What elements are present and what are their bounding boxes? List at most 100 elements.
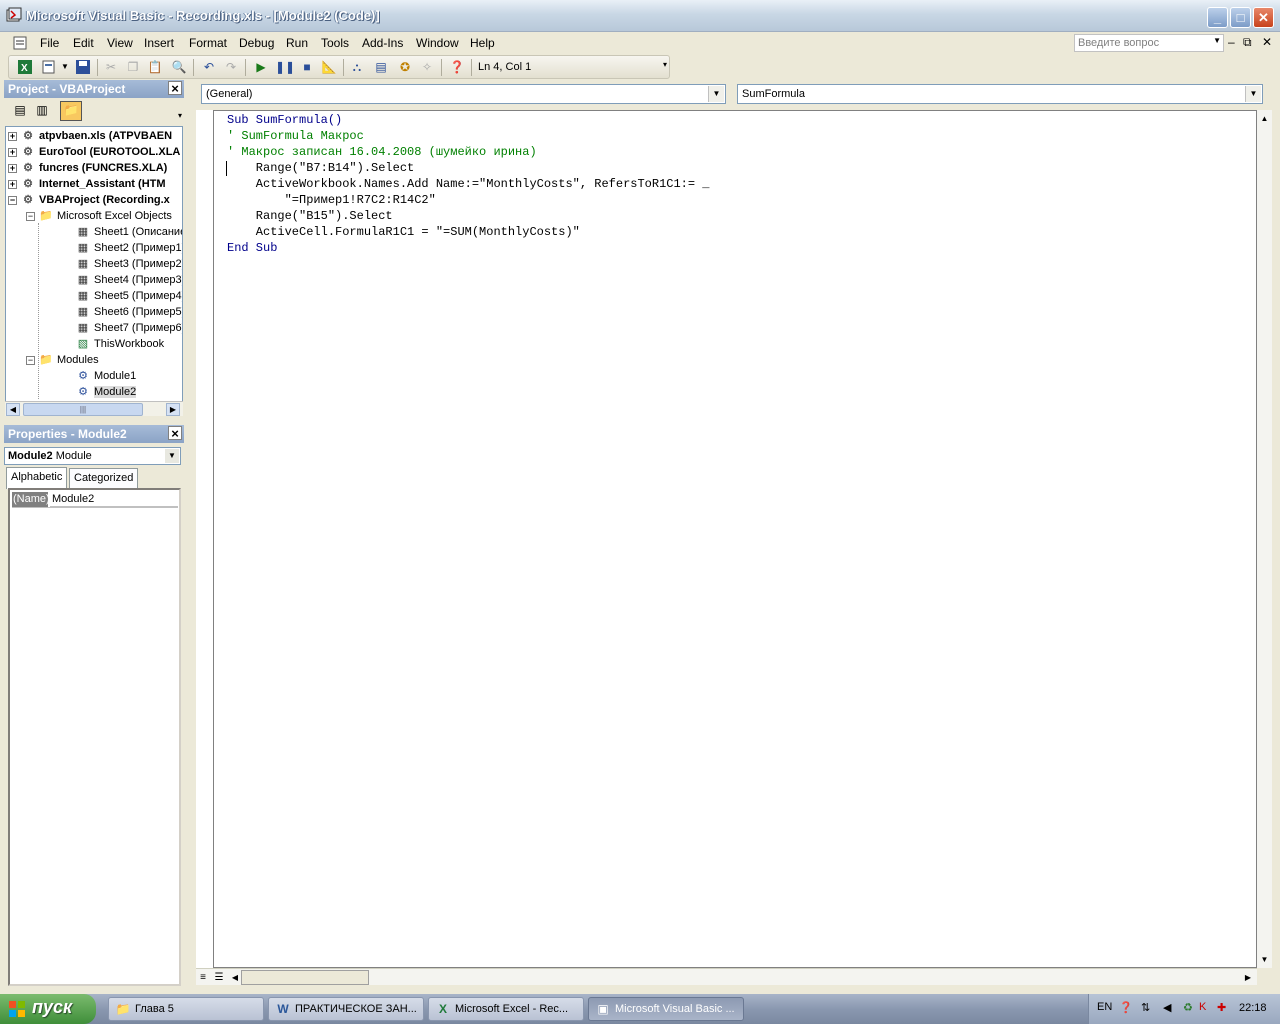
help-tray-icon[interactable]: ❓ <box>1119 1001 1133 1014</box>
tree-item[interactable]: ▦ Sheet4 (Пример3) <box>76 272 182 288</box>
procedure-view-icon[interactable]: ≡ <box>196 971 210 984</box>
code-line[interactable]: ' SumFormula Макрос <box>227 128 364 144</box>
dropdown-arrow-icon[interactable]: ▼ <box>1213 36 1221 45</box>
tree-item[interactable]: + ⚙ funcres (FUNCRES.XLA) <box>8 160 167 176</box>
antivirus-icon[interactable]: K <box>1199 1001 1206 1013</box>
save-icon[interactable] <box>75 59 91 75</box>
menu-debug[interactable]: Debug <box>239 36 274 50</box>
view-code-icon[interactable]: ▤ <box>12 102 28 118</box>
mdi-close-button[interactable]: ✕ <box>1262 35 1272 49</box>
reset-icon[interactable]: ■ <box>299 59 315 75</box>
toggle-folders-icon[interactable]: 📁 <box>60 101 82 121</box>
collapse-icon[interactable]: − <box>26 355 35 365</box>
dropdown-arrow-icon[interactable]: ▼ <box>1245 86 1261 102</box>
security-icon[interactable]: ✚ <box>1217 1001 1226 1014</box>
cut-icon[interactable]: ✂ <box>103 59 119 75</box>
code-line[interactable]: ActiveCell.FormulaR1C1 = "=SUM(MonthlyCo… <box>227 224 580 240</box>
scroll-thumb[interactable]: ||| <box>23 403 143 416</box>
ask-question-box[interactable]: Введите вопрос ▼ <box>1074 34 1224 52</box>
tree-item[interactable]: + ⚙ atpvbaen.xls (ATPVBAEN <box>8 128 172 144</box>
menu-file[interactable]: File <box>40 36 59 50</box>
code-line[interactable]: End Sub <box>227 240 277 256</box>
redo-icon[interactable]: ↷ <box>223 59 239 75</box>
project-explorer-icon[interactable]: ⛬ <box>349 59 365 75</box>
task-word[interactable]: W ПРАКТИЧЕСКОЕ ЗАН... <box>268 997 424 1021</box>
menu-view[interactable]: View <box>107 36 133 50</box>
task-excel[interactable]: X Microsoft Excel - Rec... <box>428 997 584 1021</box>
scroll-down-icon[interactable]: ▼ <box>1257 953 1272 966</box>
tree-item[interactable]: − 📁 Microsoft Excel Objects <box>26 208 172 224</box>
expand-icon[interactable]: + <box>8 131 17 141</box>
code-line[interactable]: ' Макрос записан 16.04.2008 (шумейко ири… <box>227 144 537 160</box>
code-line[interactable]: Range("B15").Select <box>227 208 393 224</box>
code-margin-indicator-bar[interactable] <box>196 110 214 968</box>
property-name[interactable]: (Name) <box>12 492 50 507</box>
object-selector[interactable]: Module2 Module ▼ <box>4 447 181 465</box>
find-icon[interactable]: 🔍 <box>171 59 187 75</box>
dropdown-arrow-icon[interactable]: ▼ <box>165 449 179 463</box>
scroll-up-icon[interactable]: ▲ <box>1257 112 1272 125</box>
collapse-icon[interactable]: − <box>8 195 17 205</box>
toolbar-options-icon[interactable]: ▾ <box>663 60 667 69</box>
scroll-right-icon[interactable]: ▶ <box>166 403 180 416</box>
menu-run[interactable]: Run <box>286 36 308 50</box>
scroll-left-icon[interactable]: ◀ <box>229 971 241 984</box>
collapse-icon[interactable]: − <box>26 211 35 221</box>
insert-dropdown-icon[interactable]: ▼ <box>57 59 73 75</box>
close-project-pane-button[interactable]: × <box>168 81 182 95</box>
mdi-restore-button[interactable]: ⧉ <box>1243 35 1252 50</box>
code-line[interactable]: "=Пример1!R7C2:R14C2" <box>227 192 436 208</box>
code-line[interactable]: Range("B7:B14").Select <box>227 160 414 176</box>
expand-icon[interactable]: + <box>8 179 17 189</box>
tree-item[interactable]: ▦ Sheet5 (Пример4) <box>76 288 182 304</box>
start-button[interactable]: пуск <box>0 994 96 1024</box>
dropdown-arrow-icon[interactable]: ▼ <box>708 86 724 102</box>
minimize-button[interactable]: _ <box>1207 7 1228 28</box>
maximize-button[interactable]: □ <box>1230 7 1251 28</box>
tree-item[interactable]: − ⚙ VBAProject (Recording.x <box>8 192 170 208</box>
recycle-icon[interactable]: ♻ <box>1183 1001 1193 1014</box>
project-toolbar-options-icon[interactable]: ▾ <box>172 108 188 124</box>
full-module-view-icon[interactable]: ☰ <box>212 971 226 984</box>
menu-help[interactable]: Help <box>470 36 495 50</box>
tree-item[interactable]: − 📁 Modules <box>26 352 99 368</box>
close-button[interactable]: ✕ <box>1253 7 1274 28</box>
expand-icon[interactable]: + <box>8 163 17 173</box>
menu-add-ins[interactable]: Add-Ins <box>362 36 403 50</box>
tree-item[interactable]: ▧ ThisWorkbook <box>76 336 164 352</box>
object-combo[interactable]: (General) ▼ <box>201 84 726 104</box>
view-excel-icon[interactable]: X <box>17 59 33 75</box>
project-hscrollbar[interactable]: ◀ ||| ▶ <box>5 401 183 416</box>
tree-item[interactable]: ▦ Sheet2 (Пример1) <box>76 240 182 256</box>
break-icon[interactable]: ❚❚ <box>275 59 295 75</box>
menu-window[interactable]: Window <box>416 36 459 50</box>
close-properties-pane-button[interactable]: × <box>168 426 182 440</box>
copy-icon[interactable]: ❐ <box>125 59 141 75</box>
tree-item[interactable]: ⚙ Module2 <box>76 384 137 400</box>
run-icon[interactable]: ▶ <box>253 59 269 75</box>
task-folder[interactable]: 📁 Глава 5 <box>108 997 264 1021</box>
tab-alphabetic[interactable]: Alphabetic <box>6 467 68 489</box>
task-visual-basic[interactable]: ▣ Microsoft Visual Basic ... <box>588 997 744 1021</box>
mdi-minimize-button[interactable]: – <box>1228 35 1235 49</box>
paste-icon[interactable]: 📋 <box>147 59 163 75</box>
code-vscrollbar[interactable]: ▲ ▼ <box>1257 110 1272 968</box>
tree-item[interactable]: + ⚙ EuroTool (EUROTOOL.XLA <box>8 144 180 160</box>
code-hscroll-thumb[interactable] <box>241 970 369 985</box>
insert-module-icon[interactable] <box>41 59 57 75</box>
tree-item[interactable]: + ⚙ Internet_Assistant (HTM <box>8 176 166 192</box>
procedure-combo[interactable]: SumFormula ▼ <box>737 84 1263 104</box>
code-line[interactable]: ActiveWorkbook.Names.Add Name:="MonthlyC… <box>227 176 710 192</box>
tab-categorized[interactable]: Categorized <box>69 468 139 488</box>
toolbox-icon[interactable]: ✧ <box>419 59 435 75</box>
property-value[interactable]: Module2 <box>50 492 178 507</box>
expand-icon[interactable]: + <box>8 147 17 157</box>
code-window-icon[interactable] <box>12 35 28 51</box>
properties-window-icon[interactable]: ▤ <box>373 59 389 75</box>
menu-edit[interactable]: Edit <box>73 36 94 50</box>
undo-icon[interactable]: ↶ <box>201 59 217 75</box>
network-icon[interactable]: ⇅ <box>1141 1001 1150 1014</box>
scroll-left-icon[interactable]: ◀ <box>6 403 20 416</box>
back-arrow-icon[interactable]: ◀ <box>1163 1001 1171 1014</box>
tree-item[interactable]: ▦ Sheet1 (Описание) <box>76 224 182 240</box>
